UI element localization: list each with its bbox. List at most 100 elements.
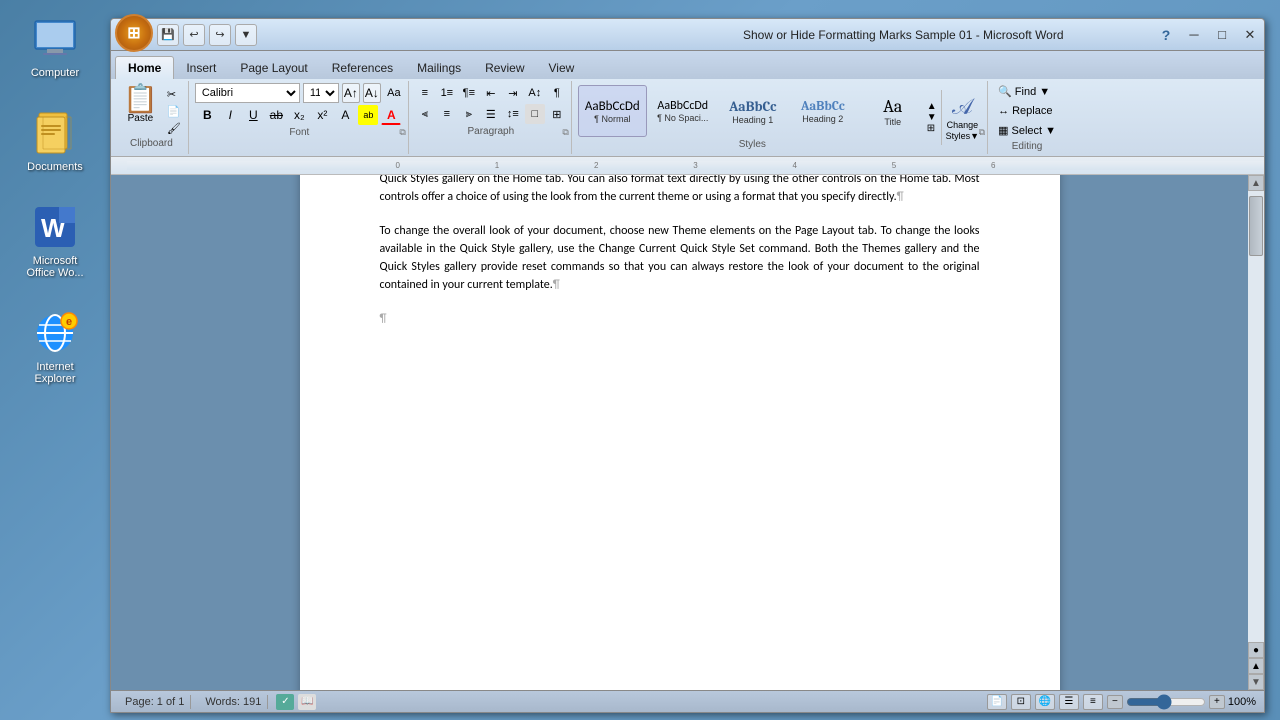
save-quick-btn[interactable]: 💾 <box>157 24 179 46</box>
underline-button[interactable]: U <box>243 105 263 125</box>
align-center-button[interactable]: ≡ <box>437 104 457 124</box>
office-button[interactable]: ⊞ <box>115 14 153 52</box>
shading-button[interactable]: □ <box>525 104 545 124</box>
bold-button[interactable]: B <box>197 105 217 125</box>
quick-access-toolbar: 💾 ↩ ↪ ▼ <box>157 24 655 46</box>
font-shrink-button[interactable]: A↓ <box>363 83 381 103</box>
paste-button[interactable]: 📋 Paste <box>119 83 162 126</box>
scroll-select-button[interactable]: ● <box>1248 642 1264 658</box>
font-name-select[interactable]: Calibri <box>195 83 300 103</box>
proofing-book-button[interactable]: 📖 <box>298 694 316 710</box>
tab-view[interactable]: View <box>537 57 587 79</box>
align-left-button[interactable]: ⫷ <box>415 104 435 124</box>
replace-button[interactable]: ↔ Replace <box>994 103 1060 119</box>
tab-home[interactable]: Home <box>115 56 174 79</box>
highlight-button[interactable]: ab <box>358 105 378 125</box>
undo-quick-btn[interactable]: ↩ <box>183 24 205 46</box>
view-web-button[interactable]: 🌐 <box>1035 694 1055 710</box>
show-marks-button[interactable]: ¶ <box>547 83 567 103</box>
cut-button[interactable]: ✂ <box>164 87 184 102</box>
sort-button[interactable]: A↕ <box>525 83 545 103</box>
decrease-indent-button[interactable]: ⇤ <box>481 83 501 103</box>
scroll-up-button[interactable]: ▲ <box>1248 175 1264 191</box>
style-nospace[interactable]: AaBbCcDd ¶ No Spaci... <box>649 85 717 137</box>
styles-scroll-down[interactable]: ▼ <box>927 112 937 123</box>
strikethrough-button[interactable]: ab <box>266 105 286 125</box>
styles-scroll-up[interactable]: ▲ <box>927 101 937 112</box>
style-heading1[interactable]: AaBbCc Heading 1 <box>719 85 787 137</box>
view-print-button[interactable]: 📄 <box>987 694 1007 710</box>
font-color-button[interactable]: A <box>381 105 401 125</box>
paragraph-3[interactable]: To change the overall look of your docum… <box>380 222 980 294</box>
tab-references[interactable]: References <box>320 57 405 79</box>
borders-button[interactable]: ⊞ <box>547 104 567 124</box>
view-draft-button[interactable]: ≡ <box>1083 694 1103 710</box>
redo-quick-btn[interactable]: ↪ <box>209 24 231 46</box>
tab-mailings[interactable]: Mailings <box>405 57 473 79</box>
style-title[interactable]: Aa Title <box>859 85 927 137</box>
find-button[interactable]: 🔍 Find ▼ <box>994 83 1060 100</box>
subscript-button[interactable]: x₂ <box>289 105 309 125</box>
documents-icon[interactable]: Documents <box>5 104 105 178</box>
zoom-in-button[interactable]: + <box>1209 695 1225 709</box>
document-page[interactable]: Show or Hide Formatting Marks Sample¶ On… <box>300 175 1060 690</box>
scroll-bottom-controls: ● ▲ ▼ <box>1248 642 1264 690</box>
view-fullscreen-button[interactable]: ⊡ <box>1011 694 1031 710</box>
text-effect-button[interactable]: A <box>335 105 355 125</box>
multilevel-button[interactable]: ¶≡ <box>459 83 479 103</box>
computer-icon[interactable]: Computer <box>5 10 105 84</box>
restore-button[interactable]: □ <box>1208 23 1236 47</box>
format-painter-icon: 🖌 <box>167 122 181 135</box>
scroll-down-button[interactable]: ▼ <box>1248 674 1264 690</box>
ie-icon[interactable]: e Internet Explorer <box>5 304 105 390</box>
help-button[interactable]: ? <box>1152 23 1180 47</box>
font-group-expand[interactable]: ⧉ <box>399 127 405 138</box>
zoom-slider[interactable] <box>1126 695 1206 709</box>
zoom-out-button[interactable]: − <box>1107 695 1123 709</box>
view-outline-button[interactable]: ☰ <box>1059 694 1079 710</box>
tab-insert[interactable]: Insert <box>174 57 228 79</box>
format-painter-button[interactable]: 🖌 <box>164 121 184 136</box>
bullets-button[interactable]: ≡ <box>415 83 435 103</box>
justify-button[interactable]: ☰ <box>481 104 501 124</box>
para-group-expand[interactable]: ⧉ <box>562 127 568 138</box>
proofing-check-button[interactable]: ✓ <box>276 694 294 710</box>
tab-pagelayout[interactable]: Page Layout <box>228 57 319 79</box>
font-grow-button[interactable]: A↑ <box>342 83 360 103</box>
styles-all-button[interactable]: ⊞ <box>927 123 937 134</box>
tab-review[interactable]: Review <box>473 57 536 79</box>
document-content[interactable]: Show or Hide Formatting Marks Sample¶ On… <box>111 175 1248 690</box>
font-size-select[interactable]: 11 12 <box>303 83 339 103</box>
close-button[interactable]: ✕ <box>1236 23 1264 47</box>
styles-group-expand[interactable]: ⧉ <box>979 127 985 138</box>
align-right-button[interactable]: ⫸ <box>459 104 479 124</box>
style-h2-label: Heading 2 <box>802 114 843 124</box>
italic-button[interactable]: I <box>220 105 240 125</box>
word-icon[interactable]: W Microsoft Office Wo... <box>5 198 105 284</box>
minimize-button[interactable]: ─ <box>1180 23 1208 47</box>
change-styles-button[interactable]: 𝒜 ChangeStyles▼ <box>941 90 983 146</box>
ie-icon-img: e <box>31 309 79 357</box>
replace-label: Replace <box>1012 105 1052 117</box>
office-button-icon: ⊞ <box>127 23 140 43</box>
font-bottom-row: B I U ab x₂ x² A ab A <box>197 105 401 125</box>
superscript-button[interactable]: x² <box>312 105 332 125</box>
scroll-prev-button[interactable]: ▲ <box>1248 658 1264 674</box>
line-spacing-button[interactable]: ↕≡ <box>503 104 523 124</box>
paragraph-2[interactable]: You can easily change the formatting of … <box>380 175 980 206</box>
ribbon: Home Insert Page Layout References Maili… <box>111 51 1264 157</box>
paragraph-empty[interactable]: ¶ <box>380 310 980 328</box>
ruler-mark-5: 5 <box>892 161 896 170</box>
copy-button[interactable]: 📄 <box>164 104 184 119</box>
scroll-thumb[interactable] <box>1249 196 1263 256</box>
customize-quick-btn[interactable]: ▼ <box>235 24 257 46</box>
para-top-row: ≡ 1≡ ¶≡ ⇤ ⇥ A↕ ¶ <box>415 83 567 103</box>
style-normal[interactable]: AaBbCcDd ¶ Normal <box>578 85 647 137</box>
font-label: Font <box>289 127 309 138</box>
numbering-button[interactable]: 1≡ <box>437 83 457 103</box>
clear-format-button[interactable]: Aa <box>384 83 404 103</box>
select-button[interactable]: ▦ Select ▼ <box>994 122 1060 139</box>
para3-pilcrow: ¶ <box>553 278 560 292</box>
style-heading2[interactable]: AaBbCc Heading 2 <box>789 85 857 137</box>
increase-indent-button[interactable]: ⇥ <box>503 83 523 103</box>
